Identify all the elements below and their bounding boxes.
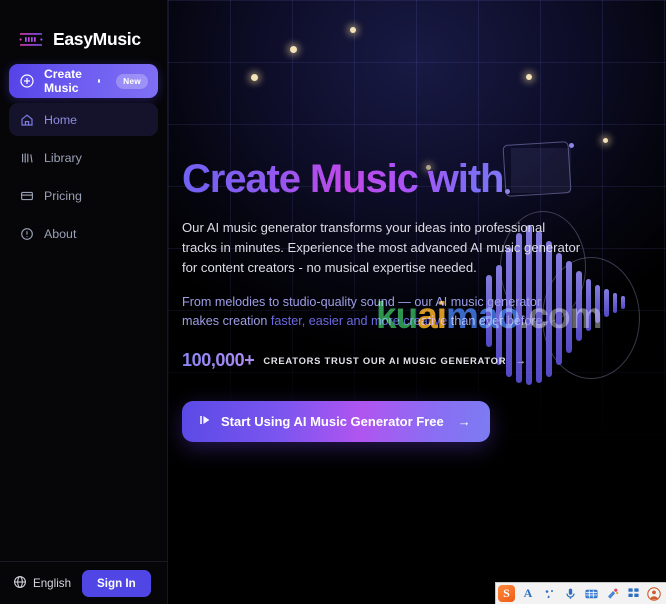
sidebar: EasyMusic Create Music New Home Library …: [0, 0, 168, 604]
start-using-ai-music-generator-button[interactable]: Start Using AI Music Generator Free →: [182, 401, 490, 443]
arrow-right-icon: →: [457, 414, 471, 430]
language-label: English: [33, 576, 72, 590]
microphone-icon[interactable]: [562, 586, 578, 602]
toolbox-icon[interactable]: [604, 586, 620, 602]
cta-label: Start Using AI Music Generator Free: [221, 414, 444, 430]
arrow-right-icon: →: [515, 354, 527, 367]
sidebar-item-label: Home: [44, 112, 78, 127]
info-circle-icon: [19, 226, 34, 241]
sidebar-item-about[interactable]: About: [9, 217, 158, 250]
user-avatar-icon[interactable]: [646, 586, 662, 602]
sidebar-item-pricing[interactable]: Pricing: [9, 179, 158, 212]
globe-icon: [13, 575, 27, 592]
sidebar-item-library[interactable]: Library: [9, 141, 158, 174]
plus-circle-icon: [19, 74, 34, 89]
sidebar-item-label: Pricing: [44, 188, 82, 203]
home-icon: [19, 112, 34, 127]
status-dot: [98, 79, 101, 83]
ai-node-dot: [569, 143, 575, 148]
sidebar-item-label: Library: [44, 150, 82, 165]
hero-subtitle2-accent: faster, easier and more creative: [270, 313, 448, 328]
library-bars-icon: [19, 150, 34, 165]
hero-subtitle2-c: than ever before.: [447, 313, 547, 328]
language-selector[interactable]: English: [13, 575, 71, 592]
sidebar-item-create-music[interactable]: Create Music New: [9, 64, 158, 98]
sidebar-nav: Create Music New Home Library Pricing Ab…: [0, 60, 167, 250]
equalizer-logo-icon: [18, 31, 44, 48]
letter-a-icon[interactable]: A: [520, 586, 536, 602]
main-hero: Create Music with AI Our AI music genera…: [168, 0, 666, 604]
sogou-logo-icon[interactable]: S: [498, 585, 515, 602]
signin-button[interactable]: Sign In: [82, 569, 151, 597]
card-icon: [19, 188, 34, 203]
page-title-ai-text: AI: [513, 157, 552, 201]
play-bar-icon: [199, 414, 211, 429]
sogou-ime-toolbar[interactable]: S A: [495, 582, 666, 604]
apps-grid-icon[interactable]: [625, 586, 641, 602]
brand-name: EasyMusic: [53, 29, 141, 49]
stat-number: 100,000+: [182, 350, 255, 371]
stat-row[interactable]: 100,000+ CREATORS TRUST OUR AI MUSIC GEN…: [182, 350, 652, 371]
hero-subtitle-secondary: From melodies to studio-quality sound — …: [182, 293, 578, 332]
sidebar-item-label: Create Music: [44, 67, 82, 95]
brand[interactable]: EasyMusic: [0, 0, 167, 60]
sidebar-footer: English Sign In: [0, 561, 167, 604]
status-badge-new: New: [116, 73, 148, 89]
page-title: Create Music with AI: [182, 141, 575, 201]
app-root: EasyMusic Create Music New Home Library …: [0, 0, 666, 604]
sidebar-item-label: About: [44, 226, 77, 241]
page-title-ai-highlight: AI: [502, 141, 575, 201]
page-title-main: Create Music with: [182, 157, 514, 201]
punctuation-icon[interactable]: [541, 586, 557, 602]
hero-subtitle: Our AI music generator transforms your i…: [182, 220, 581, 275]
sidebar-item-home[interactable]: Home: [9, 103, 158, 136]
stat-label: CREATORS TRUST OUR AI MUSIC GENERATOR: [263, 355, 507, 367]
keyboard-icon[interactable]: [583, 586, 599, 602]
hero-content: Create Music with AI Our AI music genera…: [182, 0, 652, 443]
